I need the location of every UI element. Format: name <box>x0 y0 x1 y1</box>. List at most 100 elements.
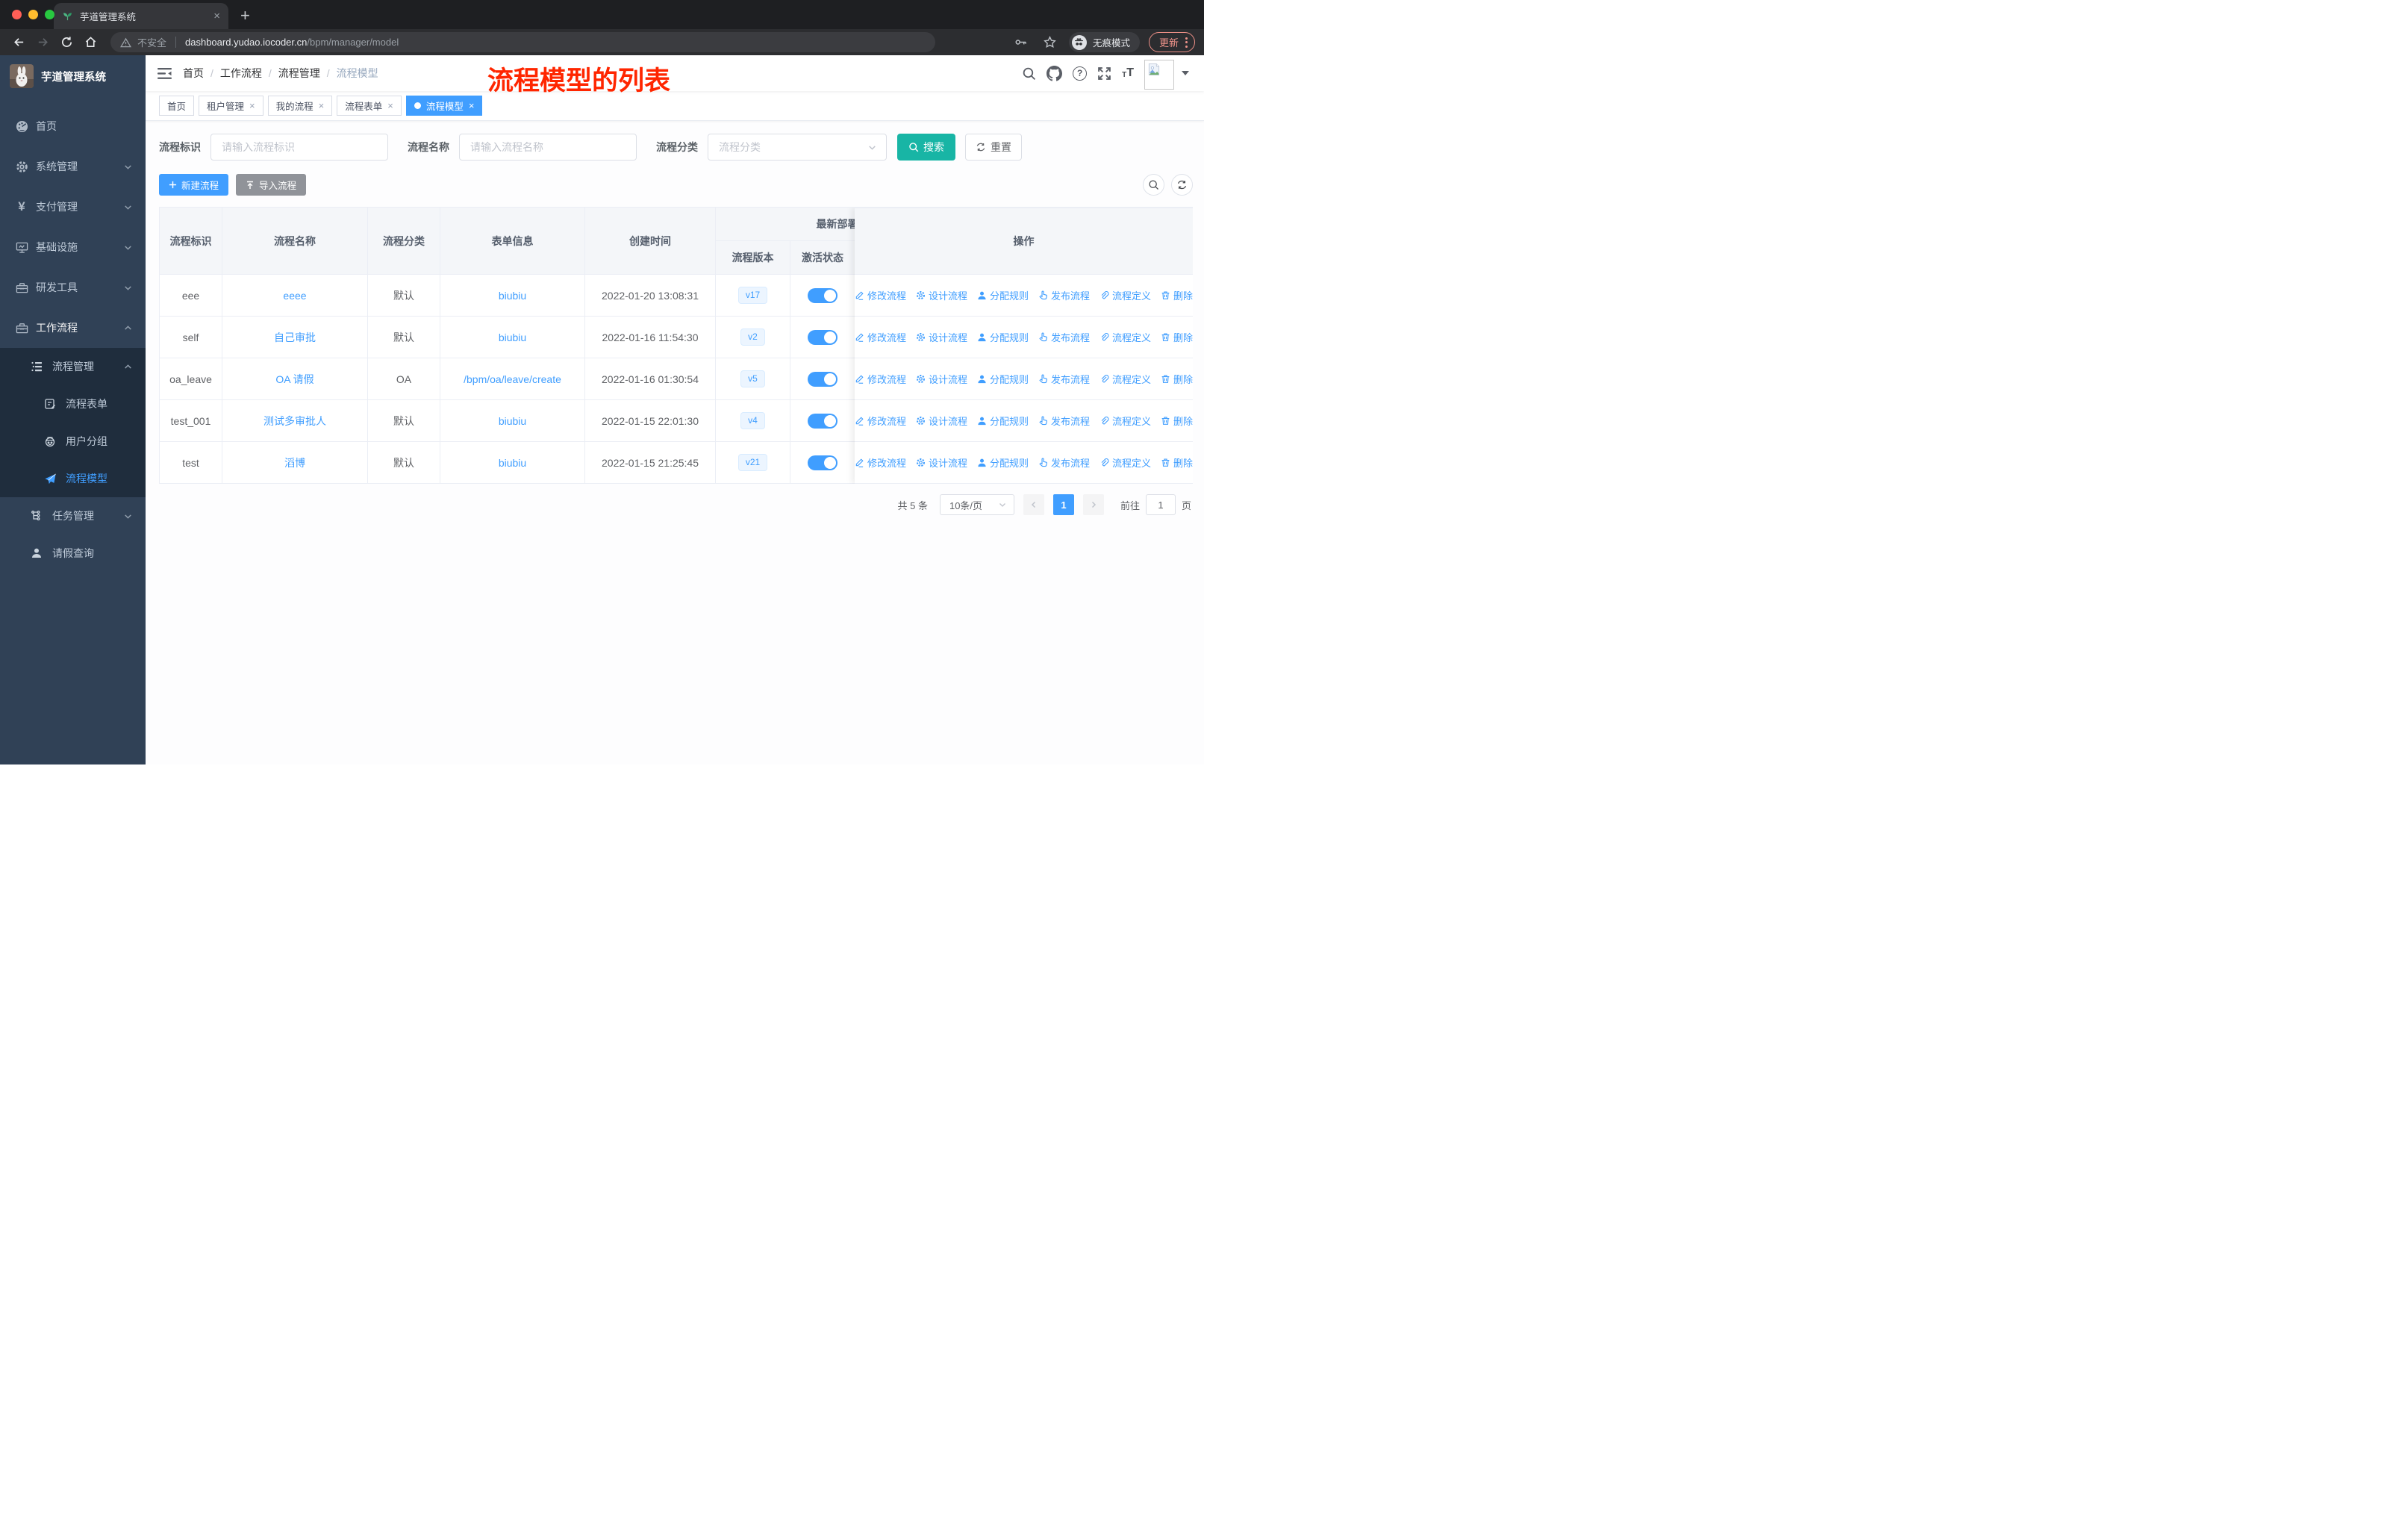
security-label[interactable]: 不安全 <box>137 35 166 49</box>
next-page-button[interactable] <box>1082 494 1104 515</box>
app-logo-row[interactable]: 芋道管理系统 <box>0 55 146 97</box>
forward-icon[interactable] <box>33 32 53 52</box>
prev-page-button[interactable] <box>1023 494 1044 515</box>
design-process-link[interactable]: 设计流程 <box>916 414 967 428</box>
delete-link[interactable]: 删除 <box>1161 330 1193 344</box>
version-badge[interactable]: v4 <box>740 412 765 429</box>
fullscreen-icon[interactable] <box>1097 66 1111 81</box>
tag-close-icon[interactable]: × <box>469 101 475 110</box>
breadcrumb-workflow[interactable]: 工作流程 <box>220 66 262 81</box>
model-name-link[interactable]: 自己审批 <box>274 330 316 345</box>
sidebar-item-devtools[interactable]: 研发工具 <box>0 267 146 308</box>
form-info-link[interactable]: biubiu <box>499 331 526 343</box>
design-process-link[interactable]: 设计流程 <box>916 288 967 302</box>
bookmark-star-icon[interactable] <box>1040 32 1060 52</box>
model-name-link[interactable]: eeee <box>283 290 306 302</box>
help-icon[interactable]: ? <box>1073 66 1088 81</box>
active-toggle[interactable] <box>808 455 838 470</box>
window-zoom-button[interactable] <box>45 10 54 19</box>
tag-close-icon[interactable]: × <box>387 101 393 110</box>
tag-home[interactable]: 首页 <box>159 96 195 116</box>
user-avatar[interactable] <box>1144 60 1174 90</box>
delete-link[interactable]: 删除 <box>1161 288 1193 302</box>
new-tab-button[interactable]: + <box>240 7 250 24</box>
github-icon[interactable] <box>1047 65 1063 81</box>
delete-link[interactable]: 删除 <box>1161 414 1193 428</box>
publish-process-link[interactable]: 发布流程 <box>1038 414 1090 428</box>
edit-process-link[interactable]: 修改流程 <box>855 330 906 344</box>
back-icon[interactable] <box>9 32 29 52</box>
browser-menu-icon[interactable] <box>1185 37 1188 48</box>
edit-process-link[interactable]: 修改流程 <box>855 414 906 428</box>
assign-rule-link[interactable]: 分配规则 <box>977 288 1029 302</box>
design-process-link[interactable]: 设计流程 <box>916 372 967 386</box>
import-process-button[interactable]: 导入流程 <box>236 174 307 196</box>
sidebar-item-home[interactable]: 首页 <box>0 106 146 146</box>
tag-process-form[interactable]: 流程表单 × <box>337 96 402 116</box>
sidebar-item-workflow[interactable]: 工作流程 <box>0 308 146 348</box>
active-toggle[interactable] <box>808 329 838 345</box>
sidebar-item-process-management[interactable]: 流程管理 <box>0 348 146 385</box>
sidebar-collapse-icon[interactable] <box>157 67 172 80</box>
delete-link[interactable]: 删除 <box>1161 372 1193 386</box>
reset-button[interactable]: 重置 <box>965 134 1022 161</box>
tag-tenant[interactable]: 租户管理 × <box>199 96 263 116</box>
form-info-link[interactable]: biubiu <box>499 457 526 469</box>
browser-update-button[interactable]: 更新 <box>1148 32 1195 52</box>
model-name-link[interactable]: 滔博 <box>284 455 305 470</box>
process-key-input[interactable] <box>210 134 388 161</box>
version-badge[interactable]: v17 <box>737 287 768 304</box>
version-badge[interactable]: v2 <box>740 328 765 346</box>
process-name-input[interactable] <box>459 134 637 161</box>
address-bar[interactable]: 不安全 dashboard.yudao.iocoder.cn/bpm/manag… <box>110 32 935 52</box>
sidebar-item-leave-query[interactable]: 请假查询 <box>0 535 146 572</box>
edit-process-link[interactable]: 修改流程 <box>855 455 906 470</box>
create-process-button[interactable]: 新建流程 <box>159 174 229 196</box>
model-name-link[interactable]: OA 请假 <box>275 372 314 387</box>
process-definition-link[interactable]: 流程定义 <box>1099 372 1151 386</box>
window-controls[interactable] <box>12 10 54 19</box>
active-toggle[interactable] <box>808 413 838 429</box>
design-process-link[interactable]: 设计流程 <box>916 455 967 470</box>
assign-rule-link[interactable]: 分配规则 <box>977 372 1029 386</box>
version-badge[interactable]: v21 <box>737 454 768 471</box>
password-key-icon[interactable] <box>1011 32 1031 52</box>
assign-rule-link[interactable]: 分配规则 <box>977 330 1029 344</box>
publish-process-link[interactable]: 发布流程 <box>1038 455 1090 470</box>
goto-page-input[interactable] <box>1145 494 1176 515</box>
process-definition-link[interactable]: 流程定义 <box>1099 288 1151 302</box>
tag-process-model[interactable]: 流程模型 × <box>405 96 483 116</box>
reload-icon[interactable] <box>57 32 77 52</box>
publish-process-link[interactable]: 发布流程 <box>1038 288 1090 302</box>
active-toggle[interactable] <box>808 371 838 387</box>
font-size-icon[interactable]: TT <box>1122 67 1134 79</box>
edit-process-link[interactable]: 修改流程 <box>855 372 906 386</box>
sidebar-item-task-management[interactable]: 任务管理 <box>0 497 146 535</box>
form-info-link[interactable]: biubiu <box>499 415 526 427</box>
model-name-link[interactable]: 测试多审批人 <box>263 414 326 429</box>
sidebar-item-process-model[interactable]: 流程模型 <box>0 460 146 497</box>
assign-rule-link[interactable]: 分配规则 <box>977 455 1029 470</box>
sidebar-item-process-form[interactable]: 流程表单 <box>0 385 146 423</box>
tab-close-icon[interactable]: × <box>213 10 220 22</box>
process-definition-link[interactable]: 流程定义 <box>1099 455 1151 470</box>
window-minimize-button[interactable] <box>28 10 38 19</box>
publish-process-link[interactable]: 发布流程 <box>1038 372 1090 386</box>
edit-process-link[interactable]: 修改流程 <box>855 288 906 302</box>
process-definition-link[interactable]: 流程定义 <box>1099 414 1151 428</box>
page-size-select[interactable]: 10条/页 <box>939 494 1014 515</box>
version-badge[interactable]: v5 <box>740 370 765 387</box>
assign-rule-link[interactable]: 分配规则 <box>977 414 1029 428</box>
form-info-link[interactable]: /bpm/oa/leave/create <box>464 373 561 385</box>
browser-tab[interactable]: 芋道管理系统 × <box>54 3 228 29</box>
tag-my-process[interactable]: 我的流程 × <box>267 96 333 116</box>
page-number-1[interactable]: 1 <box>1052 494 1074 515</box>
header-search-icon[interactable] <box>1022 66 1036 81</box>
home-icon[interactable] <box>81 32 101 52</box>
publish-process-link[interactable]: 发布流程 <box>1038 330 1090 344</box>
show-search-toggle-button[interactable] <box>1143 174 1164 196</box>
sidebar-item-payment[interactable]: ¥ 支付管理 <box>0 187 146 227</box>
avatar-caret-icon[interactable] <box>1182 71 1189 75</box>
active-toggle[interactable] <box>808 287 838 303</box>
tag-close-icon[interactable]: × <box>319 101 325 110</box>
